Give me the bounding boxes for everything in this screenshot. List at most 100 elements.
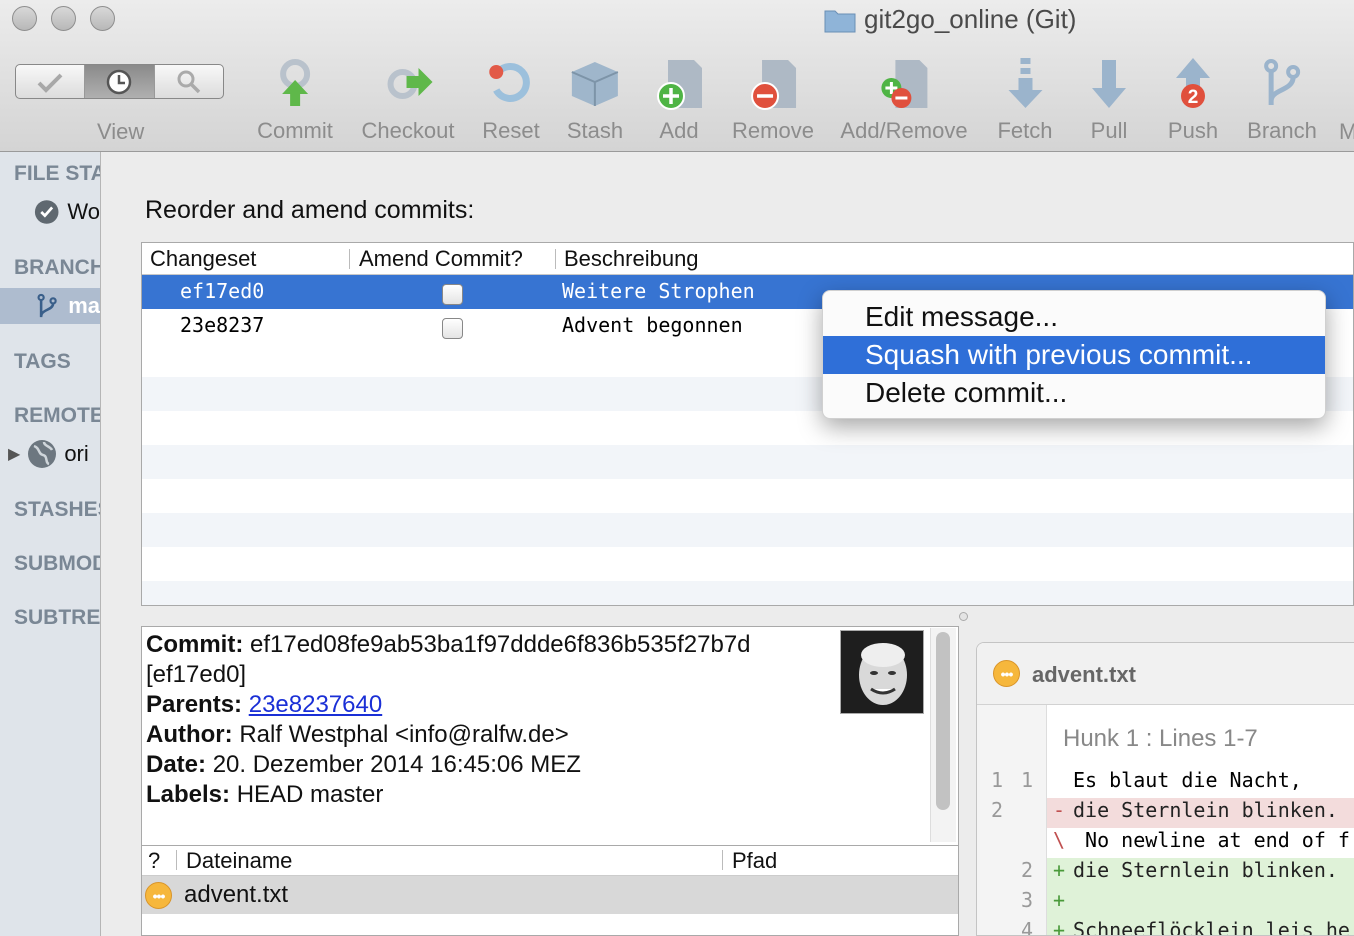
log-history-view-button[interactable] xyxy=(85,65,155,98)
author-value: Ralf Westphal <info@ralfw.de> xyxy=(239,721,569,748)
edit-message-menu-item[interactable]: Edit message... xyxy=(823,298,1325,336)
path-column-header[interactable]: Pfad xyxy=(732,848,777,874)
filename-column-header[interactable]: Dateiname xyxy=(186,848,292,874)
diff-line-added: 3 + xyxy=(977,885,1354,918)
diff-sign: \ xyxy=(1053,828,1066,852)
author-label: Author: xyxy=(146,721,233,748)
amend-checkbox[interactable] xyxy=(442,284,463,305)
minimize-window-button[interactable] xyxy=(51,6,76,31)
file-status-view-button[interactable] xyxy=(16,65,86,98)
checkout-toolbar-button[interactable]: Checkout xyxy=(362,52,454,144)
sidebar-header-remotes[interactable]: REMOTES xyxy=(14,404,100,428)
remove-label: Remove xyxy=(732,118,814,143)
sidebar-header-branches[interactable]: BRANCHES xyxy=(14,256,100,280)
stash-toolbar-button[interactable]: Stash xyxy=(567,52,623,144)
sidebar-header-tags[interactable]: TAGS xyxy=(14,350,100,374)
labels-value: HEAD master xyxy=(236,781,384,808)
fetch-toolbar-button[interactable]: Fetch xyxy=(997,52,1053,144)
sidebar-header-stashes[interactable]: STASHES xyxy=(14,498,100,522)
sidebar-header-submodules[interactable]: SUBMODULES xyxy=(14,552,100,576)
push-toolbar-button[interactable]: 2 Push xyxy=(1166,52,1220,144)
pull-label: Pull xyxy=(1090,118,1128,143)
sidebar-header-subtrees[interactable]: SUBTREES xyxy=(14,606,100,630)
push-label: Push xyxy=(1167,118,1219,143)
delete-commit-menu-item[interactable]: Delete commit... xyxy=(823,374,1325,412)
commit-icon xyxy=(280,59,310,106)
amend-column-header[interactable]: Amend Commit? xyxy=(359,246,523,272)
clock-icon xyxy=(107,69,132,94)
close-window-button[interactable] xyxy=(12,6,37,31)
diff-line-removed: 2 - die Sternlein blinken. xyxy=(977,795,1354,828)
add-remove-toolbar-button[interactable]: Add/Remove xyxy=(840,52,968,144)
branch-icon xyxy=(1264,59,1300,105)
description-cell: Weitere Strophen xyxy=(562,279,755,303)
diff-panel: ••• advent.txt Hunk 1 : Lines 1-7 11 Es … xyxy=(976,642,1354,936)
date-value: 20. Dezember 2014 16:45:06 MEZ xyxy=(212,751,581,778)
reset-label: Reset xyxy=(482,118,540,143)
add-remove-label: Add/Remove xyxy=(840,118,968,143)
diff-line-text: Es blaut die Nacht, xyxy=(1073,768,1302,792)
new-line-number: 1 xyxy=(1021,768,1034,792)
sidebar-item-working-copy[interactable]: Wo xyxy=(34,197,100,227)
new-line-number: 3 xyxy=(1021,888,1034,912)
new-line-number: 2 xyxy=(1021,858,1034,882)
master-branch-label: ma xyxy=(68,293,100,318)
parent-commit-link[interactable]: 23e8237640 xyxy=(249,691,382,718)
parents-line: Parents: 23e8237640 xyxy=(146,691,382,719)
author-line: Author: Ralf Westphal <info@ralfw.de> xyxy=(146,721,569,749)
diff-sign: - xyxy=(1053,798,1066,822)
file-name: advent.txt xyxy=(184,881,289,908)
amend-checkbox[interactable] xyxy=(442,318,463,339)
column-divider[interactable] xyxy=(555,249,556,269)
push-badge-count: 2 xyxy=(1188,87,1199,108)
changeset-cell: ef17ed0 xyxy=(180,279,265,303)
branch-icon xyxy=(37,293,57,318)
commit-short-hash: [ef17ed0] xyxy=(146,661,247,688)
author-avatar xyxy=(840,630,924,714)
modified-status-icon: ••• xyxy=(145,882,172,909)
commit-toolbar-button[interactable]: Commit xyxy=(257,52,333,144)
search-view-button[interactable] xyxy=(155,65,223,98)
remove-icon xyxy=(750,60,796,110)
fetch-icon xyxy=(1008,58,1042,108)
changeset-cell: 23e8237 xyxy=(180,313,265,337)
pull-icon xyxy=(1092,60,1126,108)
new-line-number: 4 xyxy=(1021,918,1034,936)
branch-label: Branch xyxy=(1247,118,1317,143)
description-column-header[interactable]: Beschreibung xyxy=(564,246,699,272)
hunk-header: Hunk 1 : Lines 1-7 xyxy=(1063,725,1258,752)
old-line-number: 2 xyxy=(991,798,1004,822)
view-label: View xyxy=(97,119,145,144)
diff-sign: + xyxy=(1053,858,1066,882)
empty-row xyxy=(142,445,1353,479)
status-column-header[interactable]: ? xyxy=(148,848,160,874)
details-scrollbar-thumb[interactable] xyxy=(936,632,950,810)
column-divider[interactable] xyxy=(176,850,177,870)
remove-toolbar-button[interactable]: Remove xyxy=(732,52,814,144)
file-row[interactable]: ••• advent.txt xyxy=(142,876,958,914)
parents-label: Parents: xyxy=(146,691,243,718)
add-toolbar-button[interactable]: Add xyxy=(652,52,706,144)
squash-menu-item[interactable]: Squash with previous commit... xyxy=(823,336,1325,374)
zoom-window-button[interactable] xyxy=(90,6,115,31)
fetch-label: Fetch xyxy=(997,118,1053,143)
folder-icon xyxy=(824,10,856,32)
column-divider[interactable] xyxy=(349,249,350,269)
empty-row xyxy=(142,513,1353,547)
sidebar-item-master[interactable]: ma xyxy=(36,290,100,322)
add-remove-icon xyxy=(881,60,927,108)
view-mode-segmented-control[interactable] xyxy=(15,64,224,99)
pull-toolbar-button[interactable]: Pull xyxy=(1082,52,1136,144)
sidebar-header-file-status[interactable]: FILE STATUS xyxy=(14,162,100,186)
diff-line-text: No newline at end of f xyxy=(1085,828,1350,852)
reset-toolbar-button[interactable]: Reset xyxy=(482,52,540,144)
empty-row xyxy=(142,581,1353,605)
changeset-column-header[interactable]: Changeset xyxy=(150,246,256,272)
merge-toolbar-button[interactable]: M xyxy=(1339,119,1354,145)
commit-label: Commit: xyxy=(146,631,244,658)
branch-toolbar-button[interactable]: Branch xyxy=(1247,52,1317,144)
sidebar-item-origin[interactable]: ▶ ori xyxy=(8,438,100,470)
split-view-handle[interactable] xyxy=(959,612,968,621)
disclosure-triangle-icon[interactable]: ▶ xyxy=(8,444,20,464)
column-divider[interactable] xyxy=(722,850,723,870)
